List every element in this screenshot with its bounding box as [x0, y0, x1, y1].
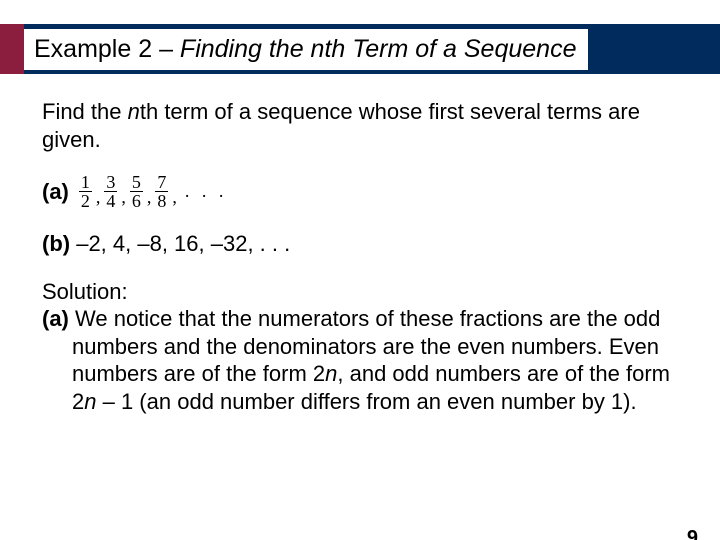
title-topic: Finding the nth Term of a Sequence: [180, 35, 577, 63]
numerator: 3: [104, 173, 117, 192]
solution-n1: n: [325, 361, 337, 386]
part-b-sequence: –2, 4, –8, 16, –32, . . .: [70, 231, 290, 256]
denominator: 6: [130, 192, 143, 210]
content: Find the nth term of a sequence whose fi…: [0, 74, 720, 415]
part-b-label: (b): [42, 231, 70, 256]
solution: Solution: (a) We notice that the numerat…: [42, 278, 678, 416]
title-main: Example 2 – Finding the nth Term of a Se…: [24, 24, 720, 74]
numerator: 5: [130, 173, 143, 192]
fraction: 78: [155, 173, 168, 210]
part-b: (b) –2, 4, –8, 16, –32, . . .: [42, 230, 678, 258]
solution-a: (a) We notice that the numerators of the…: [42, 305, 678, 415]
part-a-label: (a): [42, 178, 69, 206]
intro-pre: Find the: [42, 99, 128, 124]
fraction-sequence: 12, 34, 56, 78, . . .: [79, 173, 228, 210]
solution-a-text-3: – 1 (an odd number differs from an even …: [97, 389, 637, 414]
intro-text: Find the nth term of a sequence whose fi…: [42, 98, 678, 153]
title-separator: –: [152, 35, 180, 63]
fraction: 56: [130, 173, 143, 210]
part-a: (a) 12, 34, 56, 78, . . .: [42, 173, 678, 210]
title-text: Example 2 – Finding the nth Term of a Se…: [24, 29, 588, 70]
example-label: Example 2: [34, 35, 152, 63]
numerator: 7: [155, 173, 168, 192]
denominator: 4: [104, 192, 117, 210]
solution-n2: n: [84, 389, 96, 414]
denominator: 2: [79, 192, 92, 210]
numerator: 1: [79, 173, 92, 192]
fraction: 34: [104, 173, 117, 210]
title-accent: [0, 24, 24, 74]
comma: ,: [172, 186, 177, 211]
comma: ,: [147, 186, 152, 211]
comma: ,: [96, 186, 101, 211]
title-bar: Example 2 – Finding the nth Term of a Se…: [0, 24, 720, 74]
ellipsis: . . .: [181, 180, 228, 203]
fraction: 12: [79, 173, 92, 210]
page-number: 9: [687, 527, 698, 540]
denominator: 8: [155, 192, 168, 210]
intro-n: n: [128, 99, 140, 124]
solution-heading: Solution:: [42, 278, 678, 306]
comma: ,: [121, 186, 126, 211]
solution-a-label: (a): [42, 306, 75, 331]
slide: Example 2 – Finding the nth Term of a Se…: [0, 24, 720, 540]
